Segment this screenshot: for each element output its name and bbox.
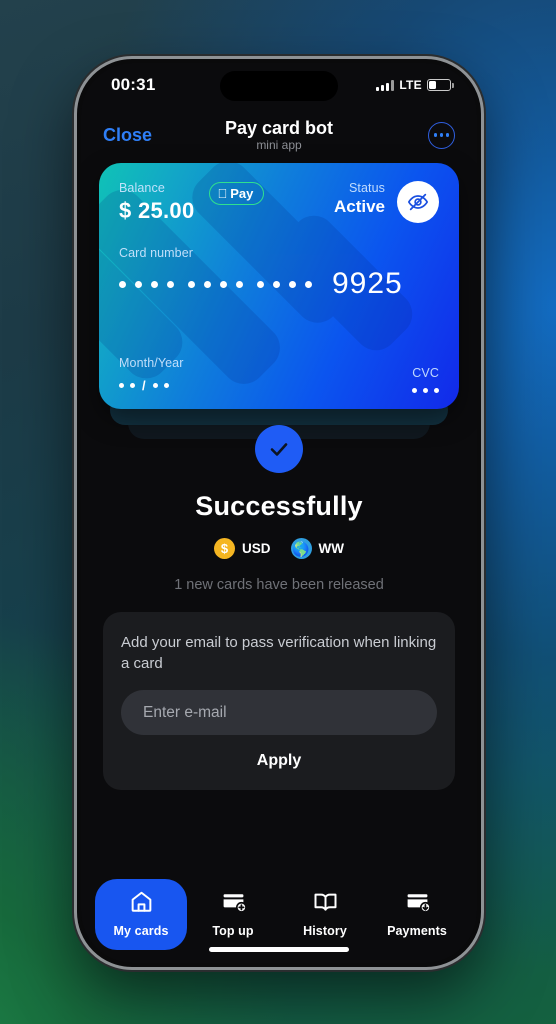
silent-switch[interactable] bbox=[74, 209, 76, 239]
phone-device-frame: 00:31 LTE Close Pay card bot mini app Ba… bbox=[74, 56, 484, 970]
tab-my-cards[interactable]: My cards bbox=[95, 879, 187, 950]
region-badge: 🌎 WW bbox=[290, 538, 344, 559]
card-number-group bbox=[119, 280, 174, 288]
status-clock: 00:31 bbox=[111, 75, 156, 94]
apple-pay-badge[interactable]:  Pay bbox=[208, 182, 265, 205]
cvc-label: CVC bbox=[412, 366, 439, 380]
apple-logo-icon:  bbox=[218, 187, 228, 200]
balance-value: $ 25.00 bbox=[119, 198, 195, 223]
apple-pay-label: Pay bbox=[220, 186, 253, 201]
status-bar: 00:31 LTE bbox=[81, 63, 477, 107]
eye-off-icon[interactable] bbox=[397, 181, 439, 223]
card-stack-zone: Balance $ 25.00  Pay Status Activ bbox=[81, 163, 477, 439]
expiry-label: Month/Year bbox=[119, 356, 184, 370]
tab-label: Payments bbox=[387, 924, 447, 938]
home-indicator[interactable] bbox=[209, 947, 349, 952]
home-icon bbox=[129, 889, 154, 919]
volume-down-button[interactable] bbox=[74, 334, 76, 389]
expiry-value: / bbox=[119, 378, 183, 393]
success-badges: $ USD 🌎 WW bbox=[81, 538, 477, 559]
tab-label: My cards bbox=[113, 924, 169, 938]
email-input[interactable]: Enter e-mail bbox=[121, 690, 437, 735]
email-panel-description: Add your email to pass verification when… bbox=[121, 634, 437, 672]
status-indicators: LTE bbox=[376, 78, 454, 92]
card-footer: Month/Year / CVC bbox=[119, 356, 439, 393]
apply-button[interactable]: Apply bbox=[121, 735, 437, 776]
card-number-block: Card number 9925 bbox=[119, 246, 439, 301]
globe-icon: 🌎 bbox=[290, 538, 312, 559]
cvc-value bbox=[412, 388, 439, 393]
dynamic-island bbox=[220, 71, 338, 101]
network-type-label: LTE bbox=[399, 78, 422, 92]
status-value: Active bbox=[333, 197, 385, 216]
payment-card[interactable]: Balance $ 25.00  Pay Status Activ bbox=[99, 163, 459, 409]
currency-badge: $ USD bbox=[214, 538, 271, 559]
card-number-label: Card number bbox=[119, 246, 194, 260]
close-button[interactable]: Close bbox=[103, 125, 152, 146]
book-icon bbox=[313, 889, 338, 919]
release-note: 1 new cards have been released bbox=[174, 577, 384, 593]
email-verification-panel: Add your email to pass verification when… bbox=[103, 612, 455, 790]
status-label: Status bbox=[348, 181, 385, 195]
balance-label: Balance bbox=[119, 181, 165, 195]
tab-history[interactable]: History bbox=[279, 879, 371, 950]
check-circle-icon bbox=[255, 425, 303, 473]
card-plus-icon bbox=[221, 889, 247, 919]
success-title: Successfully bbox=[195, 491, 363, 521]
power-button[interactable] bbox=[482, 289, 484, 375]
card-last4: 9925 bbox=[332, 267, 403, 300]
more-options-icon[interactable] bbox=[428, 121, 455, 149]
card-number-group bbox=[188, 280, 243, 288]
tab-label: History bbox=[303, 924, 347, 938]
card-number-group bbox=[257, 280, 312, 288]
cellular-signal-icon bbox=[376, 79, 395, 91]
volume-up-button[interactable] bbox=[74, 264, 76, 319]
currency-label: USD bbox=[242, 541, 271, 556]
battery-icon bbox=[427, 79, 454, 91]
region-label: WW bbox=[318, 541, 344, 556]
success-section: Successfully $ USD 🌎 WW 1 new cards have… bbox=[81, 425, 477, 593]
dollar-coin-icon: $ bbox=[214, 538, 235, 559]
tab-payments[interactable]: Payments bbox=[371, 879, 463, 950]
card-number-value: 9925 bbox=[119, 267, 439, 301]
card-download-icon bbox=[405, 889, 431, 919]
tab-label: Top up bbox=[212, 924, 254, 938]
tab-top-up[interactable]: Top up bbox=[187, 879, 279, 950]
phone-screen: 00:31 LTE Close Pay card bot mini app Ba… bbox=[81, 63, 477, 963]
app-header: Close Pay card bot mini app bbox=[81, 107, 477, 163]
